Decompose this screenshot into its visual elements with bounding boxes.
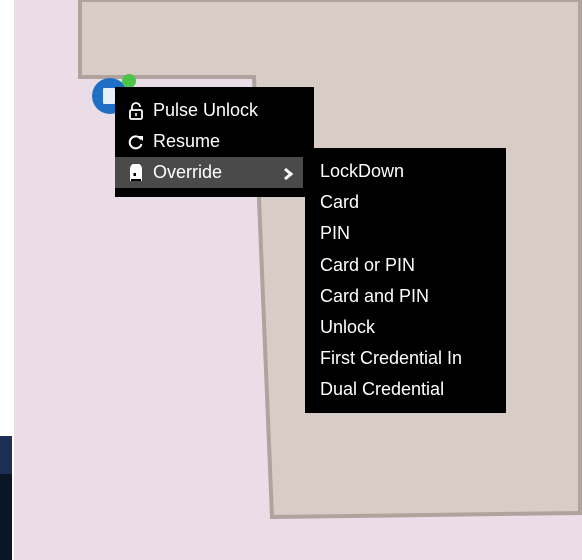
door-context-menu: Pulse Unlock Resume Override xyxy=(115,87,314,197)
online-status-icon xyxy=(122,74,136,88)
override-icon xyxy=(127,163,145,182)
submenu-item-card-and-pin[interactable]: Card and PIN xyxy=(305,281,506,312)
menu-item-label: Resume xyxy=(153,131,221,151)
override-submenu: LockDown Card PIN Card or PIN Card and P… xyxy=(305,148,506,413)
submenu-item-first-credential-in[interactable]: First Credential In xyxy=(305,343,506,374)
submenu-item-dual-credential[interactable]: Dual Credential xyxy=(305,374,506,405)
side-panel-accent xyxy=(0,436,12,474)
menu-item-override[interactable]: Override xyxy=(115,157,303,188)
submenu-item-card-or-pin[interactable]: Card or PIN xyxy=(305,250,506,281)
menu-item-label: Override xyxy=(153,162,223,182)
left-panel-edge xyxy=(0,0,14,560)
refresh-icon xyxy=(127,133,145,151)
menu-item-pulse-unlock[interactable]: Pulse Unlock xyxy=(115,95,314,126)
menu-item-label: Pulse Unlock xyxy=(153,100,259,120)
submenu-item-pin[interactable]: PIN xyxy=(305,218,506,249)
submenu-item-lockdown[interactable]: LockDown xyxy=(305,156,506,187)
door-icon xyxy=(103,88,115,104)
submenu-item-card[interactable]: Card xyxy=(305,187,506,218)
menu-item-resume[interactable]: Resume xyxy=(115,126,314,157)
submenu-item-unlock[interactable]: Unlock xyxy=(305,312,506,343)
unlock-icon xyxy=(127,101,145,120)
side-panel xyxy=(0,436,12,560)
chevron-right-icon xyxy=(281,165,295,181)
